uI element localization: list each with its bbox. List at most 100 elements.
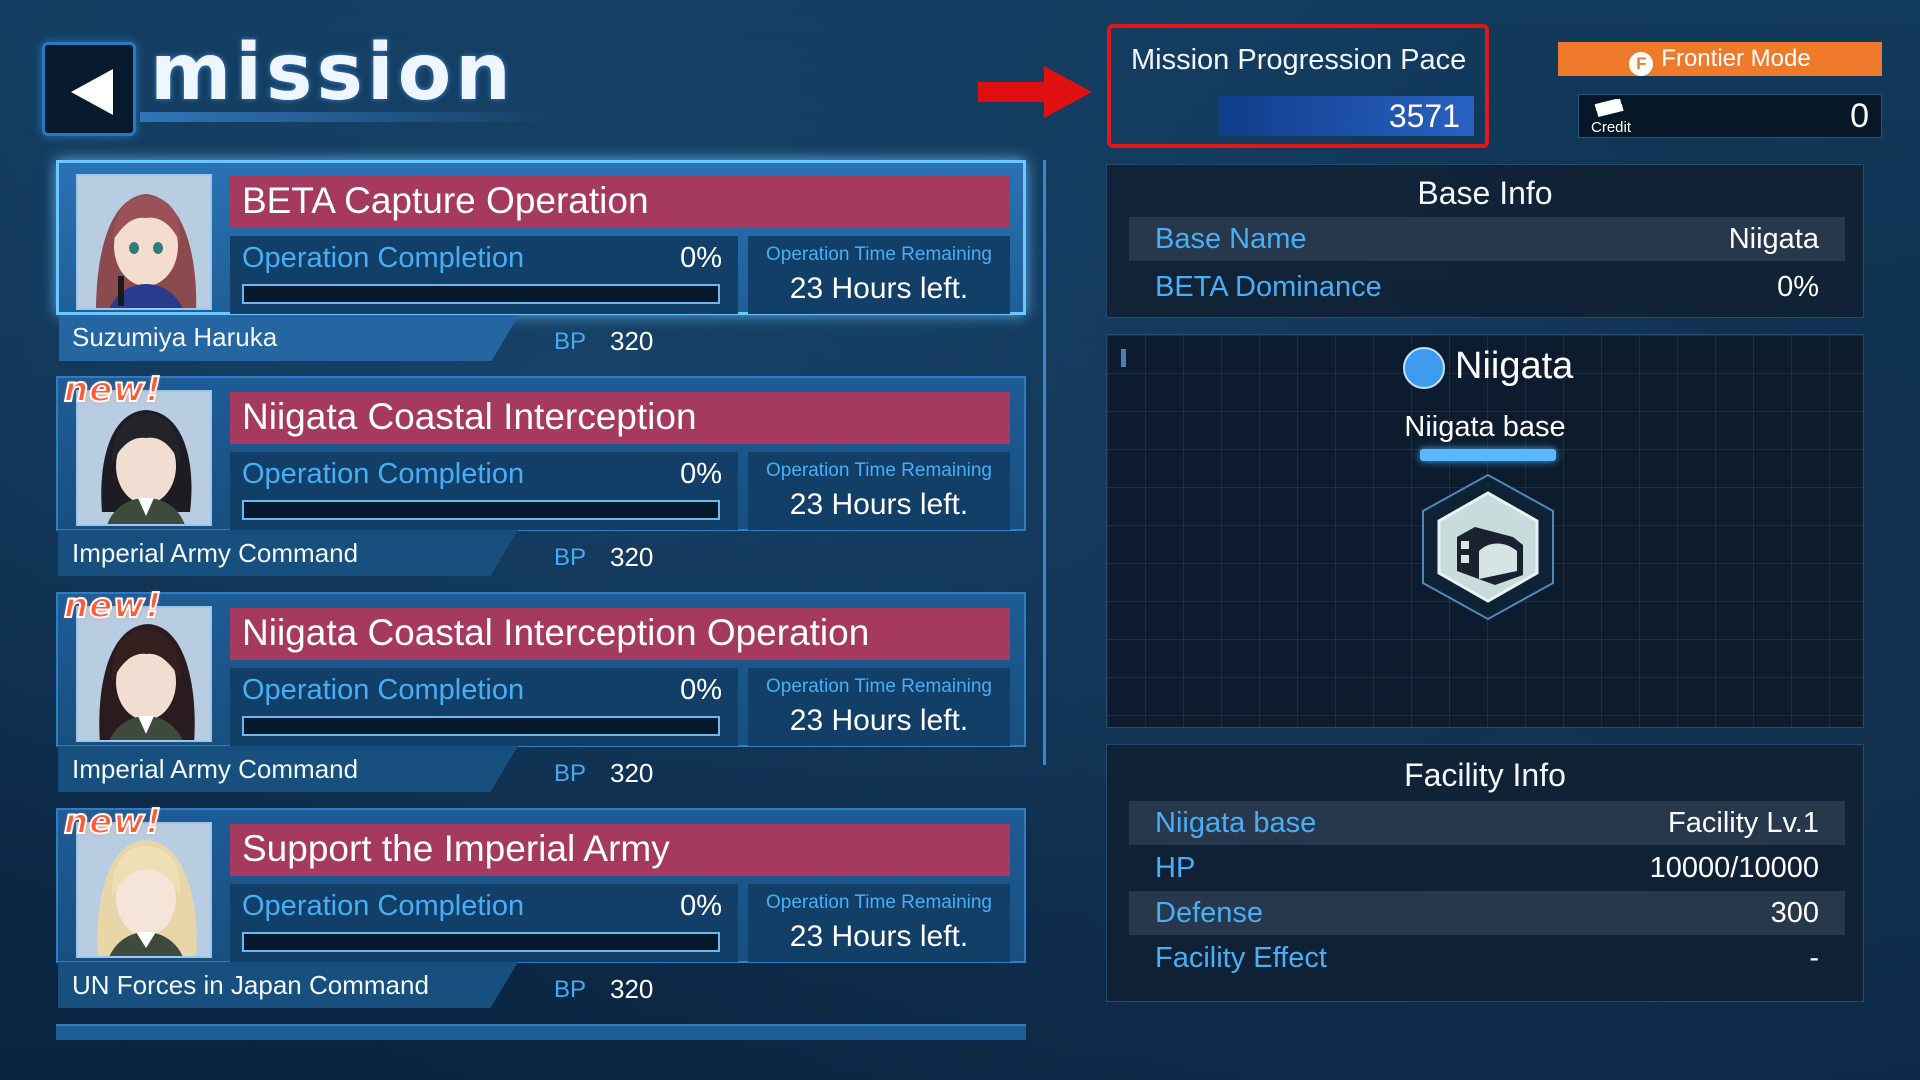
base-info-title: Base Info [1417,175,1553,211]
mission-card-partial[interactable] [56,1024,1026,1040]
completion-progress-bar [242,716,720,736]
base-info-panel: Base Info Base Name Niigata BETA Dominan… [1106,164,1864,318]
completion-label: Operation Completion [242,890,525,922]
beta-dominance-label: BETA Dominance [1155,271,1382,303]
facility-level-row: Niigata base Facility Lv.1 [1129,801,1845,845]
operation-time-remaining: Operation Time Remaining 23 Hours left. [748,884,1010,962]
completion-value: 0% [680,242,722,274]
completion-progress-bar [242,500,720,520]
time-remaining-label: Operation Time Remaining [766,892,992,913]
mission-title-bar: Niigata Coastal Interception Operation [230,608,1010,660]
frontier-mode-icon: F [1629,52,1654,76]
completion-label: Operation Completion [242,458,525,490]
mission-issuer: Imperial Army Command [72,754,359,784]
pace-value-box: 3571 [1219,96,1474,136]
mission-progression-pace: Mission Progression Pace 3571 [1107,24,1489,148]
mission-card[interactable]: new! Niigata Coastal Interception Operat… [56,585,1026,792]
operation-completion: Operation Completion 0% [230,452,738,530]
defense-value: 300 [1770,897,1819,929]
beta-dominance-row: BETA Dominance 0% [1129,265,1845,309]
mission-title: BETA Capture Operation [242,180,649,221]
pace-value: 3571 [1388,98,1460,134]
operation-completion: Operation Completion 0% [230,236,738,314]
mission-issuer: Suzumiya Haruka [72,322,278,352]
operation-time-remaining: Operation Time Remaining 23 Hours left. [748,452,1010,530]
facility-effect-row: Facility Effect - [1129,936,1845,980]
character-portrait-image [78,392,210,524]
bp-label: BP [554,976,587,1003]
mission-card[interactable]: BETA Capture Operation Operation Complet… [56,160,1026,361]
defense-label: Defense [1155,897,1264,929]
new-badge: new! [63,369,163,411]
mission-list: BETA Capture Operation Operation Complet… [56,160,1036,1040]
character-portrait-image [78,824,210,956]
bp-label: BP [554,760,587,787]
beta-dominance-value: 0% [1777,271,1819,303]
operation-time-remaining: Operation Time Remaining 23 Hours left. [748,668,1010,746]
credit-label: Credit [1591,119,1632,136]
facility-effect-label: Facility Effect [1155,942,1327,974]
facility-hp-row: HP 10000/10000 [1129,846,1845,890]
completion-progress-bar [242,932,720,952]
completion-label: Operation Completion [242,674,525,706]
base-status-bar [1420,449,1556,461]
credit-value: 0 [1850,97,1869,135]
mission-title-bar: BETA Capture Operation [230,176,1010,228]
portrait-suzumiya-haruka [76,174,212,310]
credit-display: Credit 0 [1578,94,1882,138]
bp-value: 320 [610,542,654,572]
facility-name-label: Niigata base [1155,807,1317,839]
time-remaining-label: Operation Time Remaining [766,460,992,481]
character-portrait-image [78,608,210,740]
completion-value: 0% [680,458,722,490]
base-name-value: Niigata [1728,223,1819,255]
map-corner-marker [1121,349,1126,367]
map-base-name: Niigata [1455,345,1574,387]
bp-label: BP [554,544,587,571]
facility-level-value: Facility Lv.1 [1668,807,1819,839]
time-remaining-value: 23 Hours left. [789,488,969,521]
back-button[interactable] [42,42,136,136]
bp-value: 320 [610,974,654,1004]
completion-value: 0% [680,674,722,706]
mission-list-scrollbar[interactable] [1043,160,1046,765]
mission-title: Niigata Coastal Interception [242,396,697,437]
time-remaining-value: 23 Hours left. [789,704,969,737]
mission-card[interactable]: new! Niigata Coastal Interception Operat… [56,369,1026,576]
mission-title: Niigata Coastal Interception Operation [242,612,870,653]
facility-info-title: Facility Info [1404,757,1566,793]
mission-title: Support the Imperial Army [242,828,670,869]
facility-hangar-icon[interactable] [1413,471,1563,623]
bp-value: 320 [610,758,654,788]
page-title: MISSION [150,28,515,118]
base-map-panel: Niigata Niigata base [1106,334,1864,728]
base-name-label: Base Name [1155,223,1307,255]
base-location-dot-icon [1403,347,1445,389]
operation-time-remaining: Operation Time Remaining 23 Hours left. [748,236,1010,314]
mission-issuer: Imperial Army Command [72,538,359,568]
pace-label: Mission Progression Pace [1131,44,1467,76]
portrait-imperial-army-officer [76,390,212,526]
facility-defense-row: Defense 300 [1129,891,1845,935]
new-badge: new! [63,801,163,843]
map-base-label: Niigata base [1404,411,1566,443]
credit-cards-icon [1594,99,1624,118]
mission-card[interactable]: new! Support the Imperial Army Operation… [56,801,1026,1008]
frontier-mode-label: Frontier Mode [1661,45,1811,72]
red-pointer-arrow-icon [978,66,1092,118]
time-remaining-label: Operation Time Remaining [766,676,992,697]
new-badge: new! [63,585,163,627]
time-remaining-value: 23 Hours left. [789,272,969,305]
mission-issuer: UN Forces in Japan Command [72,970,429,1000]
mission-title-bar: Support the Imperial Army [230,824,1010,876]
facility-info-panel: Facility Info Niigata base Facility Lv.1… [1106,744,1864,1002]
base-name-row: Base Name Niigata [1129,217,1845,261]
mission-title-bar: Niigata Coastal Interception [230,392,1010,444]
portrait-imperial-army-officer [76,606,212,742]
time-remaining-label: Operation Time Remaining [766,244,992,265]
completion-value: 0% [680,890,722,922]
frontier-mode-button[interactable]: F Frontier Mode [1558,42,1882,76]
title-underline [140,112,560,122]
mission-screen: MISSION Mission Progression Pace 3571 FF… [0,0,1920,1080]
completion-progress-bar [242,284,720,304]
